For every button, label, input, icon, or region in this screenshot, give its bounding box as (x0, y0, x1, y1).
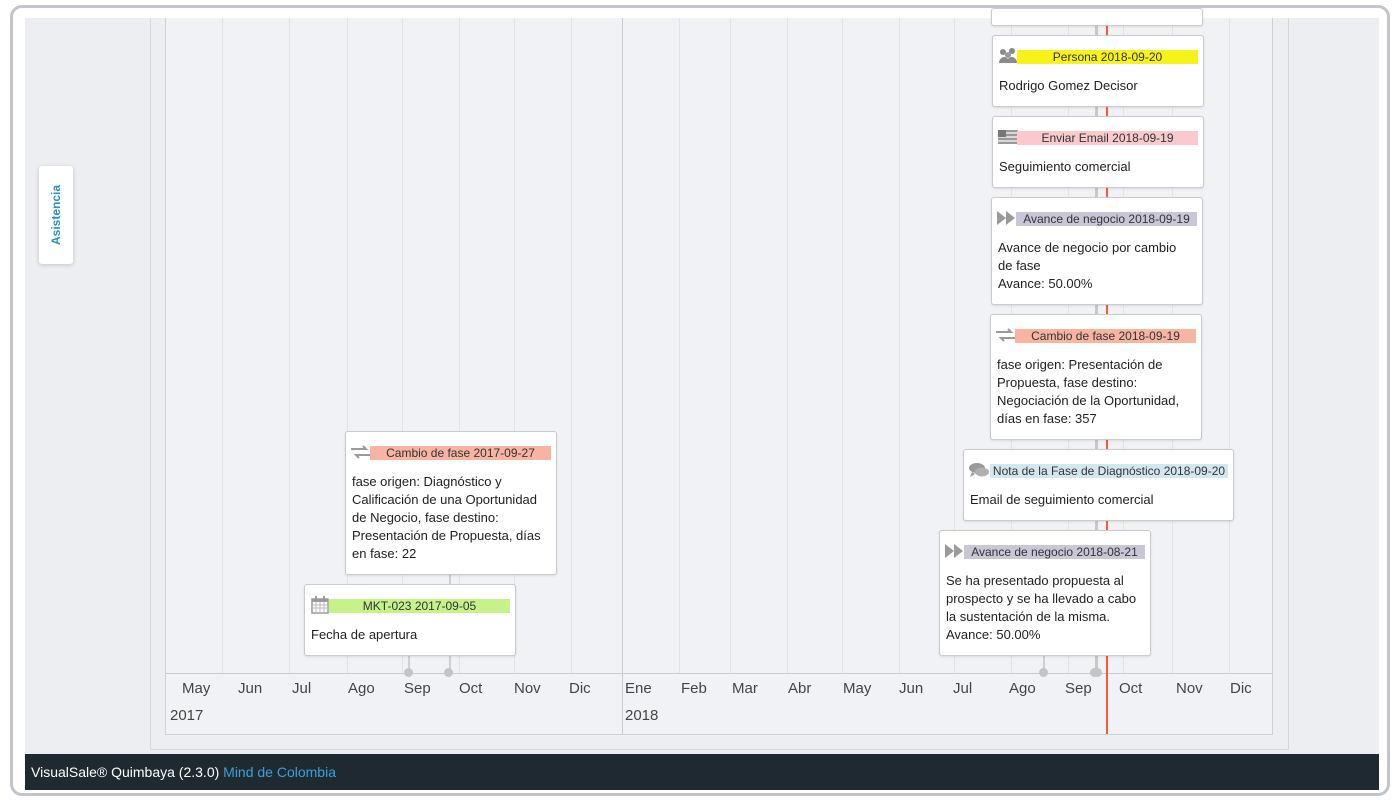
company-link[interactable]: Mind de Colombia (223, 764, 336, 780)
product-version: VisualSale® Quimbaya (2.3.0) (31, 764, 220, 780)
event-title: Enviar Email 2018-09-19 (1017, 131, 1198, 145)
year-label: 2018 (625, 707, 659, 724)
month-label: Abr (788, 680, 812, 697)
fast-forward-icon (945, 541, 965, 561)
month-label: May (843, 680, 872, 697)
month-label: Nov (514, 680, 541, 697)
event-dot[interactable] (1093, 668, 1102, 677)
month-label: Ene (625, 680, 652, 697)
email-icon (998, 127, 1018, 147)
gridline (571, 18, 572, 673)
month-label: Jun (238, 680, 263, 697)
month-label: May (182, 680, 211, 697)
year-divider (622, 18, 623, 734)
event-title: Avance de negocio 2018-09-19 (1016, 212, 1197, 226)
event-card-partial[interactable] (991, 8, 1203, 26)
month-label: Jul (292, 680, 312, 697)
month-label: Oct (459, 680, 483, 697)
event-title: MKT-023 2017-09-05 (329, 599, 510, 613)
gridline (787, 18, 788, 673)
gridline (222, 18, 223, 673)
event-title: Nota de la Fase de Diagnóstico 2018-09-2… (990, 464, 1228, 478)
event-dot[interactable] (404, 668, 413, 677)
event-body: Se ha presentado propuesta al prospecto … (946, 573, 1137, 642)
event-body: Avance de negocio por cambio de fase Ava… (998, 240, 1177, 291)
assistance-tab[interactable]: Asistencia (39, 166, 73, 264)
year-label: 2017 (170, 707, 204, 724)
month-label: Nov (1176, 680, 1203, 697)
event-title: Avance de negocio 2018-08-21 (964, 545, 1145, 559)
swap-arrows-icon (996, 325, 1016, 345)
month-label: Dic (569, 680, 591, 697)
event-body: fase origen: Presentación de Propuesta, … (997, 357, 1180, 426)
people-icon (998, 46, 1018, 66)
event-body: fase origen: Diagnóstico y Calificación … (352, 474, 541, 561)
gridline (842, 18, 843, 673)
app-area: Asistencia May Jun Jul Ago Sep Oct Nov D… (25, 8, 1379, 763)
calendar-icon (310, 595, 330, 615)
gridline (899, 18, 900, 673)
event-body: Fecha de apertura (311, 627, 418, 642)
month-label: Jul (953, 680, 973, 697)
event-dot[interactable] (1039, 668, 1048, 677)
assistance-tab-label: Asistencia (49, 184, 63, 246)
month-label: Ago (348, 680, 375, 697)
gridline (730, 18, 731, 673)
event-body: Rodrigo Gomez Decisor (999, 78, 1138, 93)
month-label: Jun (899, 680, 924, 697)
event-card-persona[interactable]: Persona 2018-09-20 Rodrigo Gomez Decisor (992, 35, 1204, 107)
event-title: Persona 2018-09-20 (1017, 50, 1198, 64)
event-card-business-progress[interactable]: Avance de negocio 2018-09-19 Avance de n… (991, 197, 1203, 305)
window-frame: Asistencia May Jun Jul Ago Sep Oct Nov D… (10, 5, 1390, 796)
month-label: Mar (732, 680, 758, 697)
month-label: Feb (681, 680, 707, 697)
event-card-phase-change[interactable]: Cambio de fase 2017-09-27 fase origen: D… (345, 431, 557, 575)
event-card-email[interactable]: Enviar Email 2018-09-19 Seguimiento come… (992, 116, 1204, 188)
swap-arrows-icon (351, 442, 371, 462)
month-label: Ago (1009, 680, 1036, 697)
month-label: Oct (1119, 680, 1143, 697)
event-dot[interactable] (444, 668, 453, 677)
gridline (679, 18, 680, 673)
month-label: Sep (1065, 680, 1092, 697)
fast-forward-icon (997, 208, 1017, 228)
chat-icon (969, 460, 989, 480)
footer: VisualSale® Quimbaya (2.3.0) Mind de Col… (25, 754, 1379, 790)
gridline (289, 18, 290, 673)
event-title: Cambio de fase 2018-09-19 (1015, 329, 1196, 343)
event-card-business-progress[interactable]: Avance de negocio 2018-08-21 Se ha prese… (939, 530, 1151, 656)
month-label: Sep (404, 680, 431, 697)
event-card-marketing[interactable]: MKT-023 2017-09-05 Fecha de apertura (304, 584, 516, 656)
event-body: Seguimiento comercial (999, 159, 1131, 174)
event-card-note[interactable]: Nota de la Fase de Diagnóstico 2018-09-2… (963, 449, 1234, 521)
footer-text: VisualSale® Quimbaya (2.3.0) Mind de Col… (31, 764, 336, 780)
event-title: Cambio de fase 2017-09-27 (370, 446, 551, 460)
month-label: Dic (1230, 680, 1252, 697)
event-body: Email de seguimiento comercial (970, 492, 1154, 507)
event-card-phase-change[interactable]: Cambio de fase 2018-09-19 fase origen: P… (990, 314, 1202, 440)
gridline (1229, 18, 1230, 673)
